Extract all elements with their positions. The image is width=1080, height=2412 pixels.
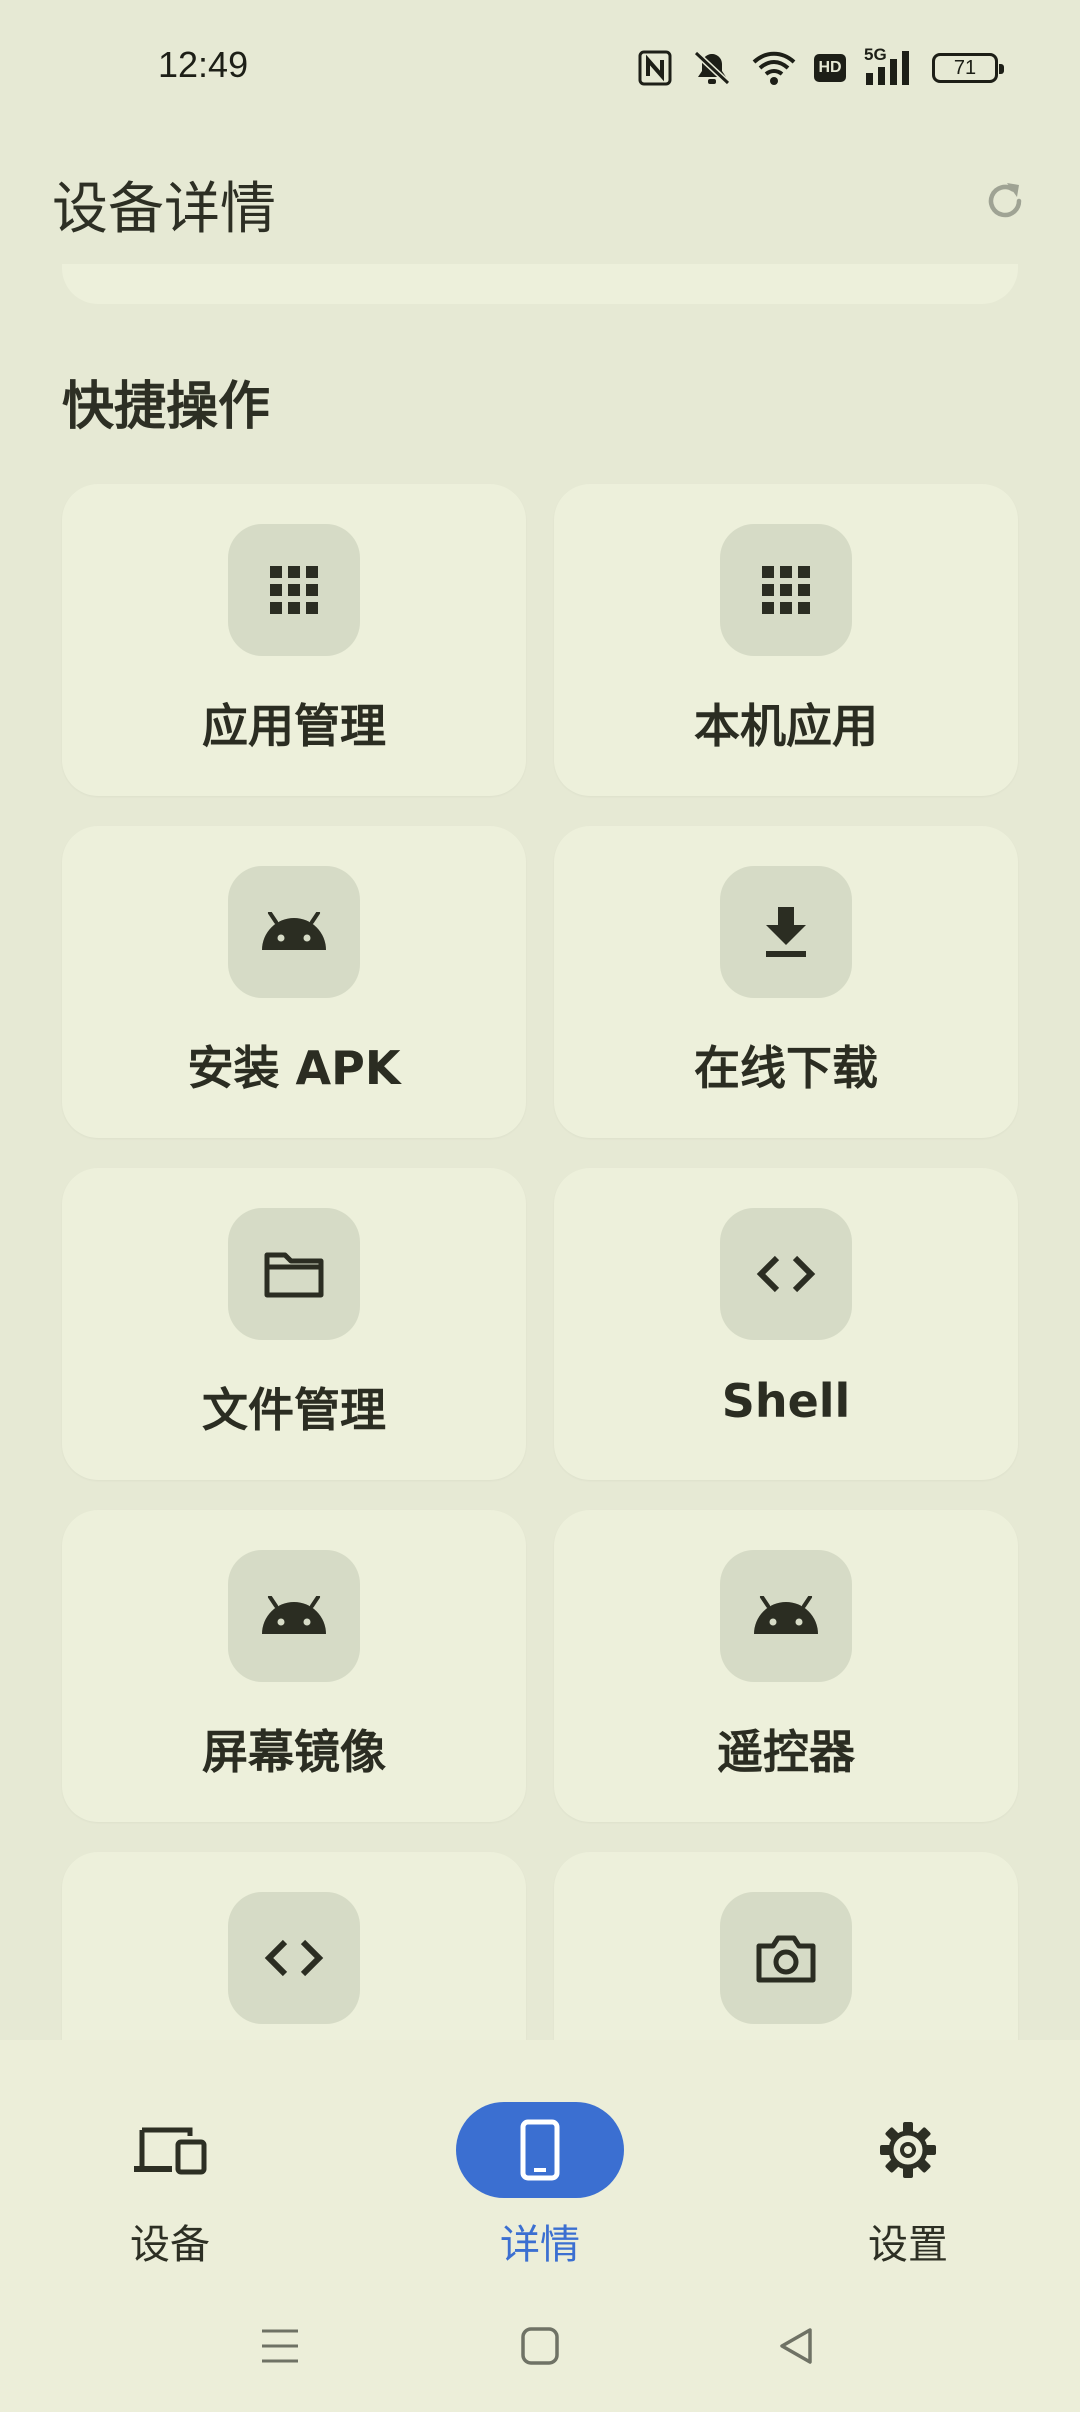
back-button[interactable]: [766, 2316, 826, 2376]
grid-icon: [228, 524, 360, 656]
android-icon: [720, 1550, 852, 1682]
download-icon: [720, 866, 852, 998]
page-title: 设备详情: [52, 177, 276, 242]
folder-icon: [228, 1208, 360, 1340]
tile-online-download[interactable]: 在线下载: [554, 826, 1018, 1138]
status-bar: 12:49 HD 5G 71: [0, 0, 1080, 136]
status-icons: HD 5G 71: [638, 44, 1004, 92]
menu-icon: [262, 2329, 298, 2363]
nav-label: 设备: [130, 2222, 210, 2268]
android-icon: [228, 866, 360, 998]
tile-label: 在线下载: [694, 1041, 878, 1095]
nav-label: 详情: [500, 2222, 580, 2268]
phone-icon: [520, 2119, 560, 2181]
tile-label: 本机应用: [694, 699, 878, 753]
system-nav-bar: [0, 2272, 1080, 2412]
nav-icon-container: [86, 2102, 254, 2198]
signal-icon: 5G: [864, 45, 914, 87]
tile-code[interactable]: [62, 1852, 526, 2040]
bottom-nav: 设备 详情 设置: [0, 2040, 1080, 2272]
quick-actions-grid: 应用管理 本机应用 安装 APK 在线下载 文件管理 Shell 屏幕镜像 遥控…: [62, 484, 1018, 2040]
nav-item-devices[interactable]: 设备: [50, 2072, 290, 2268]
nav-icon-container: [824, 2102, 992, 2198]
nav-icon-container: [456, 2102, 624, 2198]
nav-label: 设置: [868, 2222, 948, 2268]
tile-local-apps[interactable]: 本机应用: [554, 484, 1018, 796]
refresh-button[interactable]: [970, 166, 1040, 236]
section-title: 快捷操作: [62, 377, 271, 437]
tile-screen-mirror[interactable]: 屏幕镜像: [62, 1510, 526, 1822]
tile-label: 文件管理: [202, 1383, 386, 1437]
app-bar: 设备详情: [0, 136, 1080, 264]
tile-label: 应用管理: [202, 699, 386, 753]
tile-remote-control[interactable]: 遥控器: [554, 1510, 1018, 1822]
tile-label: 屏幕镜像: [202, 1725, 386, 1779]
nfc-icon: [638, 50, 672, 86]
tile-install-apk[interactable]: 安装 APK: [62, 826, 526, 1138]
gear-icon: [880, 2122, 936, 2178]
refresh-icon: [988, 183, 1022, 218]
devices-icon: [134, 2127, 207, 2175]
tile-app-management[interactable]: 应用管理: [62, 484, 526, 796]
tile-label: Shell: [721, 1374, 851, 1428]
camera-icon: [720, 1892, 852, 2024]
nav-item-details[interactable]: 详情: [420, 2072, 660, 2268]
grid-icon: [720, 524, 852, 656]
code-icon: [720, 1208, 852, 1340]
home-button[interactable]: [510, 2316, 570, 2376]
hd-icon: HD: [814, 54, 846, 82]
screen: 12:49 HD 5G 71 设备详情 快捷操作 应用管理 本机应用 安装 AP…: [0, 0, 1080, 2412]
device-info-card: [62, 264, 1018, 304]
tile-camera[interactable]: [554, 1852, 1018, 2040]
mute-bell-icon: [690, 49, 734, 87]
tile-label: 遥控器: [717, 1725, 855, 1779]
recents-button[interactable]: [250, 2316, 310, 2376]
nav-item-settings[interactable]: 设置: [788, 2072, 1028, 2268]
status-time: 12:49: [158, 44, 249, 85]
android-icon: [228, 1550, 360, 1682]
tile-label: 安装 APK: [187, 1041, 401, 1095]
tile-shell[interactable]: Shell: [554, 1168, 1018, 1480]
tile-file-management[interactable]: 文件管理: [62, 1168, 526, 1480]
content-scroll[interactable]: 快捷操作 应用管理 本机应用 安装 APK 在线下载 文件管理 Shell 屏幕…: [0, 264, 1080, 2040]
wifi-icon: [752, 50, 796, 86]
home-square-icon: [521, 2327, 559, 2365]
battery-icon: 71: [932, 53, 1004, 83]
code-icon: [228, 1892, 360, 2024]
back-triangle-icon: [780, 2328, 812, 2364]
